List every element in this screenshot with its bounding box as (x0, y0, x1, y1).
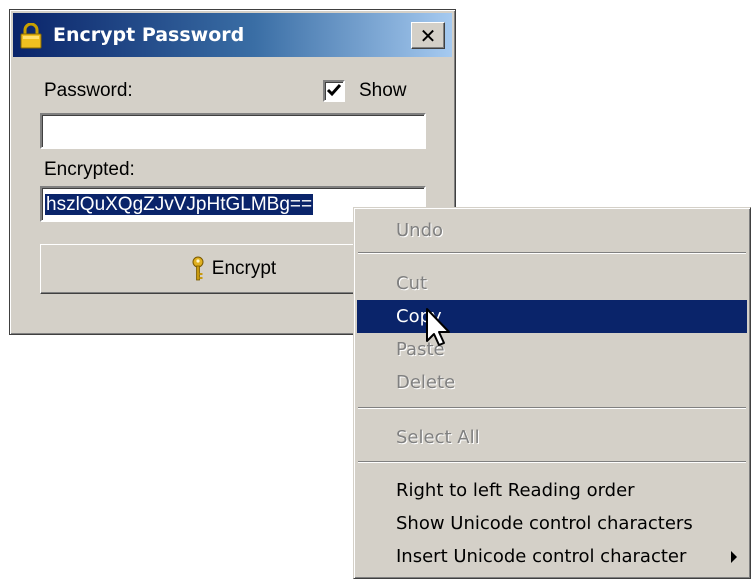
menu-item-insert-unicode-control[interactable]: Insert Unicode control character (357, 540, 747, 573)
close-button[interactable]: ✕ (411, 22, 445, 49)
menu-item-show-unicode-control[interactable]: Show Unicode control characters (357, 507, 747, 540)
title-bar[interactable]: Encrypt Password ✕ (13, 13, 452, 57)
show-checkbox[interactable] (323, 80, 345, 102)
encrypted-label: Encrypted: (44, 159, 135, 180)
menu-item-rtl-reading-order[interactable]: Right to left Reading order (357, 474, 747, 507)
menu-item-copy[interactable]: Copy (357, 300, 747, 333)
selected-encrypted-text: hszlQuXQgZJvVJpHtGLMBg== (45, 194, 314, 215)
menu-item-cut[interactable]: Cut (357, 267, 747, 300)
menu-separator (358, 407, 746, 409)
menu-separator (358, 252, 746, 254)
insert-unicode-label: Insert Unicode control character (396, 546, 687, 567)
key-icon (192, 256, 204, 281)
menu-item-undo[interactable]: Undo (357, 214, 747, 247)
checkmark-icon (326, 84, 342, 97)
encrypt-button-label: Encrypt (211, 258, 277, 279)
show-label[interactable]: Show (359, 80, 407, 102)
close-icon: ✕ (419, 23, 437, 48)
menu-separator (358, 461, 746, 463)
context-menu: Undo Cut Copy Paste Delete Select All Ri… (353, 207, 751, 579)
lock-icon (20, 23, 42, 49)
window-title: Encrypt Password (53, 24, 245, 46)
submenu-arrow-icon (731, 551, 737, 563)
menu-item-paste[interactable]: Paste (357, 333, 747, 366)
menu-item-delete[interactable]: Delete (357, 366, 747, 399)
password-label: Password: (44, 80, 133, 101)
menu-item-select-all[interactable]: Select All (357, 421, 747, 454)
password-input[interactable] (40, 113, 426, 149)
mouse-cursor-icon (426, 308, 450, 346)
